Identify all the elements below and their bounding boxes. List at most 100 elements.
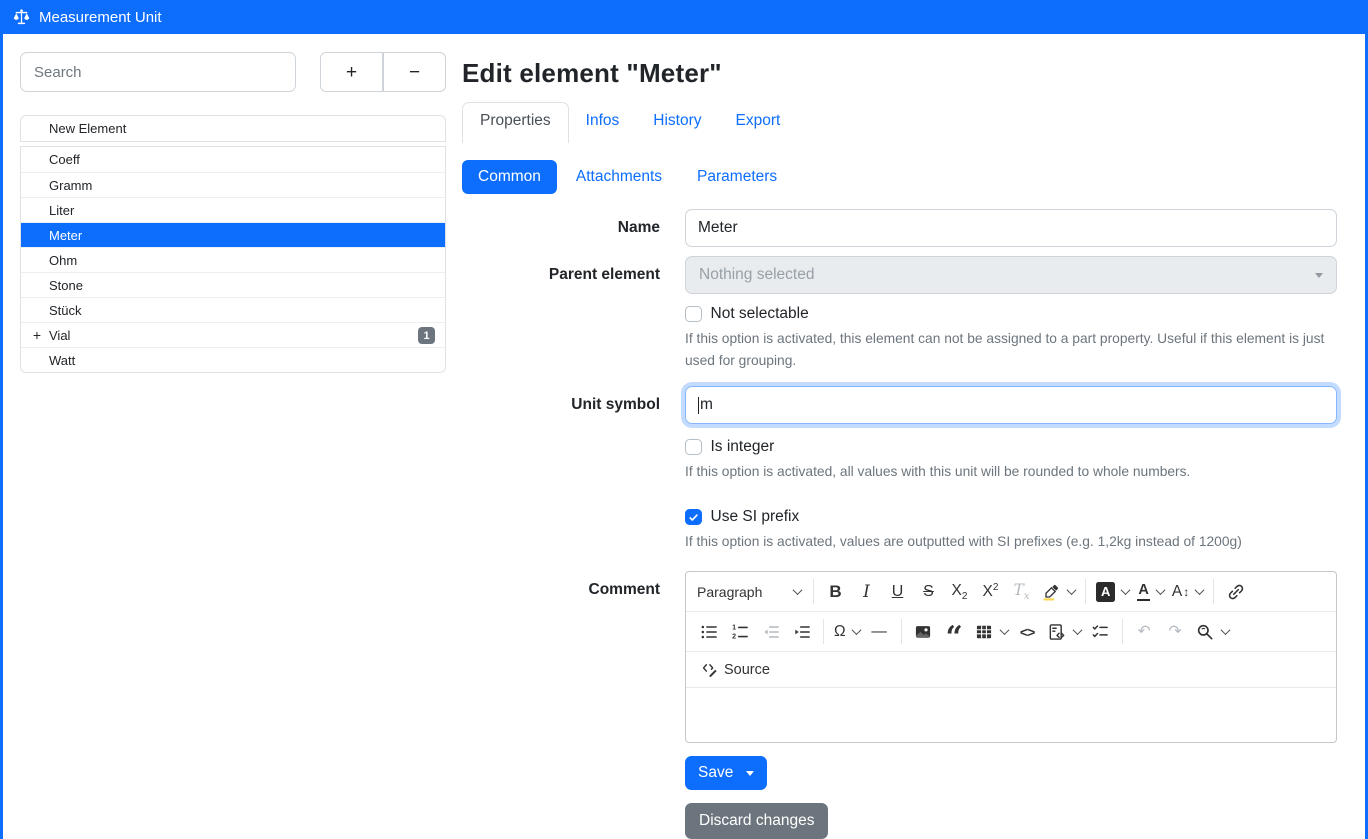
unit-symbol-field[interactable]: m [685, 386, 1337, 424]
save-button[interactable]: Save [685, 756, 767, 790]
sidebar-item-label: Liter [49, 203, 74, 218]
expand-all-button[interactable]: + [320, 52, 383, 92]
collapse-all-button[interactable]: − [383, 52, 446, 92]
highlight-marker-icon[interactable] [1037, 576, 1079, 607]
undo-icon[interactable]: ↶ [1129, 616, 1160, 647]
tab-infos[interactable]: Infos [569, 103, 637, 143]
save-dropdown-caret-icon[interactable] [746, 771, 754, 776]
editor-toolbar-row-3: Source [686, 652, 1336, 688]
link-icon[interactable] [1220, 576, 1251, 607]
save-button-label: Save [698, 764, 733, 782]
font-size-icon[interactable]: A [1168, 576, 1207, 607]
tab-export[interactable]: Export [719, 103, 798, 143]
sidebar-item-new-element[interactable]: New Element [21, 116, 445, 141]
toolbar-separator [1213, 579, 1214, 604]
chevron-down-icon [1067, 585, 1077, 595]
source-button[interactable]: Source [694, 657, 776, 682]
sidebar-item-label: Ohm [49, 253, 77, 268]
count-badge: 1 [418, 327, 435, 344]
sidebar-item-coeff[interactable]: Coeff [21, 147, 445, 172]
new-element-box: New Element [20, 115, 446, 142]
tab-properties[interactable]: Properties [462, 102, 569, 143]
insert-image-icon[interactable] [908, 616, 939, 647]
editor-toolbar-row-2: 12 Ω— “ <> ↶↷ [686, 612, 1336, 652]
sidebar-item-gramm[interactable]: Gramm [21, 172, 445, 197]
editor-content-area[interactable] [686, 688, 1336, 742]
name-field[interactable] [685, 209, 1337, 247]
sidebar-item-label: Meter [49, 228, 82, 243]
expand-icon[interactable]: + [30, 327, 44, 343]
toolbar-separator [823, 619, 824, 644]
sidebar-item-label: Watt [49, 353, 75, 368]
name-label: Name [462, 219, 660, 237]
is-integer-checkbox[interactable] [685, 439, 702, 456]
sidebar-item-meter[interactable]: Meter [21, 222, 445, 247]
sidebar: + − New Element Coeff Gramm Liter Meter Ohm S… [3, 34, 446, 839]
font-color-icon[interactable]: A [1133, 576, 1167, 607]
superscript-icon[interactable]: X2 [975, 576, 1006, 607]
unit-symbol-value: m [700, 396, 713, 414]
source-edit-icon [700, 660, 719, 679]
indent-icon[interactable] [786, 616, 817, 647]
page-frame: + − New Element Coeff Gramm Liter Meter Ohm S… [0, 34, 1368, 839]
subtab-attachments[interactable]: Attachments [560, 160, 678, 194]
parent-element-select[interactable]: Nothing selected [685, 256, 1337, 294]
tab-bar: PropertiesInfosHistoryExport [462, 102, 1344, 143]
subtab-common[interactable]: Common [462, 160, 557, 194]
subtab-parameters[interactable]: Parameters [681, 160, 793, 194]
todo-list-icon[interactable] [1085, 616, 1116, 647]
app-header: Measurement Unit [0, 0, 1368, 34]
svg-text:1: 1 [732, 623, 736, 631]
text-cursor [698, 397, 699, 414]
insert-table-icon[interactable] [970, 616, 1012, 647]
find-replace-icon[interactable] [1191, 616, 1233, 647]
blockquote-icon[interactable]: “ [939, 616, 970, 647]
use-si-prefix-label: Use SI prefix [711, 508, 800, 526]
is-integer-help: If this option is activated, all values … [685, 461, 1337, 483]
sidebar-item-label: New Element [49, 121, 126, 136]
tab-history[interactable]: History [636, 103, 718, 143]
svg-text:2: 2 [732, 632, 736, 640]
strikethrough-icon[interactable]: S [913, 576, 944, 607]
font-background-color-icon[interactable]: A [1092, 576, 1133, 607]
outdent-icon[interactable] [755, 616, 786, 647]
special-characters-icon[interactable]: Ω [830, 616, 864, 647]
sidebar-item-st-ck[interactable]: Stück [21, 297, 445, 322]
search-input[interactable] [20, 52, 296, 92]
is-integer-label: Is integer [711, 438, 775, 456]
sidebar-item-vial[interactable]: +Vial1 [21, 322, 445, 347]
horizontal-line-icon[interactable]: — [864, 616, 895, 647]
subtab-bar: CommonAttachmentsParameters [462, 160, 1344, 194]
remove-format-icon[interactable]: Tx [1006, 576, 1037, 607]
balance-scale-icon [12, 8, 31, 27]
numbered-list-icon[interactable]: 12 [724, 616, 755, 647]
app-title: Measurement Unit [39, 9, 162, 26]
discard-changes-button[interactable]: Discard changes [685, 803, 828, 839]
paragraph-style-dropdown[interactable]: Paragraph [693, 576, 807, 607]
bold-icon[interactable]: B [820, 576, 851, 607]
not-selectable-checkbox[interactable] [685, 306, 702, 323]
chevron-down-icon [999, 625, 1009, 635]
sidebar-item-ohm[interactable]: Ohm [21, 247, 445, 272]
use-si-prefix-checkbox[interactable] [685, 509, 702, 526]
underline-icon[interactable]: U [882, 576, 913, 607]
editor-toolbar-row-1: ParagraphBIUSX2X2TxAAA [686, 572, 1336, 612]
sidebar-item-label: Gramm [49, 178, 92, 193]
expand-collapse-group: + − [320, 52, 446, 92]
chevron-down-icon [1195, 585, 1205, 595]
inline-code-icon[interactable]: <> [1012, 616, 1043, 647]
sidebar-item-watt[interactable]: Watt [21, 347, 445, 372]
chevron-down-icon [1315, 273, 1323, 278]
sidebar-item-stone[interactable]: Stone [21, 272, 445, 297]
unit-symbol-label: Unit symbol [462, 396, 660, 414]
parent-element-label: Parent element [462, 266, 660, 284]
sidebar-item-liter[interactable]: Liter [21, 197, 445, 222]
toolbar-separator [901, 619, 902, 644]
subscript-icon[interactable]: X2 [944, 576, 975, 607]
redo-icon[interactable]: ↷ [1160, 616, 1191, 647]
italic-icon[interactable]: I [851, 576, 882, 607]
code-block-icon[interactable] [1043, 616, 1085, 647]
bulleted-list-icon[interactable] [693, 616, 724, 647]
not-selectable-label: Not selectable [711, 305, 809, 323]
toolbar-separator [813, 579, 814, 604]
